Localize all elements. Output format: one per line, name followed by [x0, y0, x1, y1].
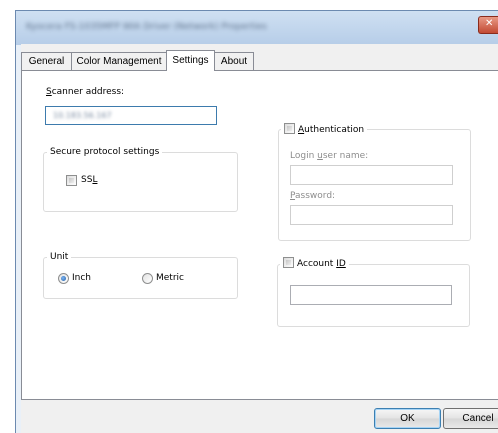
ssl-checkbox[interactable] — [66, 175, 77, 186]
scanner-address-input[interactable]: 10.183.56.167 — [45, 106, 217, 125]
inch-radio[interactable] — [58, 273, 69, 284]
account-id-legend: Account ID — [280, 257, 349, 269]
close-icon: ✕ — [485, 18, 494, 29]
tab-general-label: General — [28, 56, 65, 67]
account-id-checkbox[interactable] — [283, 257, 294, 268]
unit-legend: Unit — [47, 252, 72, 262]
properties-dialog: Kyocera FS-1035MFP WIA Driver (Network) … — [15, 10, 498, 433]
tab-about[interactable]: About — [214, 52, 254, 70]
authentication-legend: Authentication — [281, 123, 368, 135]
login-user-name-input[interactable] — [290, 165, 453, 185]
tab-about-label: About — [220, 56, 248, 67]
login-user-name-label: Login user name: — [290, 151, 369, 161]
authentication-checkbox[interactable] — [284, 123, 295, 134]
tab-settings[interactable]: Settings — [166, 50, 215, 71]
inch-label: Inch — [72, 273, 92, 283]
tab-settings-label: Settings — [172, 55, 209, 66]
cancel-button[interactable]: Cancel — [443, 408, 498, 429]
tab-color-management-label: Color Management — [76, 56, 162, 67]
tab-general[interactable]: General — [21, 52, 72, 70]
title-bar[interactable]: Kyocera FS-1035MFP WIA Driver (Network) … — [16, 11, 498, 45]
settings-tab-panel: Scanner address: 10.183.56.167 Secure pr… — [21, 70, 498, 400]
ssl-label: SSL — [81, 175, 98, 185]
tab-color-management[interactable]: Color Management — [71, 52, 167, 70]
secure-protocol-legend: Secure protocol settings — [47, 147, 163, 157]
window-title: Kyocera FS-1035MFP WIA Driver (Network) … — [26, 22, 267, 32]
dialog-client-area: General Color Management Settings About … — [21, 44, 498, 433]
metric-label: Metric — [156, 273, 184, 283]
metric-radio[interactable] — [142, 273, 153, 284]
scanner-address-label: Scanner address: — [46, 87, 125, 97]
close-button[interactable]: ✕ — [478, 16, 498, 34]
password-input[interactable] — [290, 205, 453, 225]
password-label: Password: — [290, 191, 336, 201]
ok-button[interactable]: OK — [374, 408, 441, 429]
account-id-input[interactable] — [290, 285, 452, 305]
scanner-address-value: 10.183.56.167 — [53, 111, 112, 120]
